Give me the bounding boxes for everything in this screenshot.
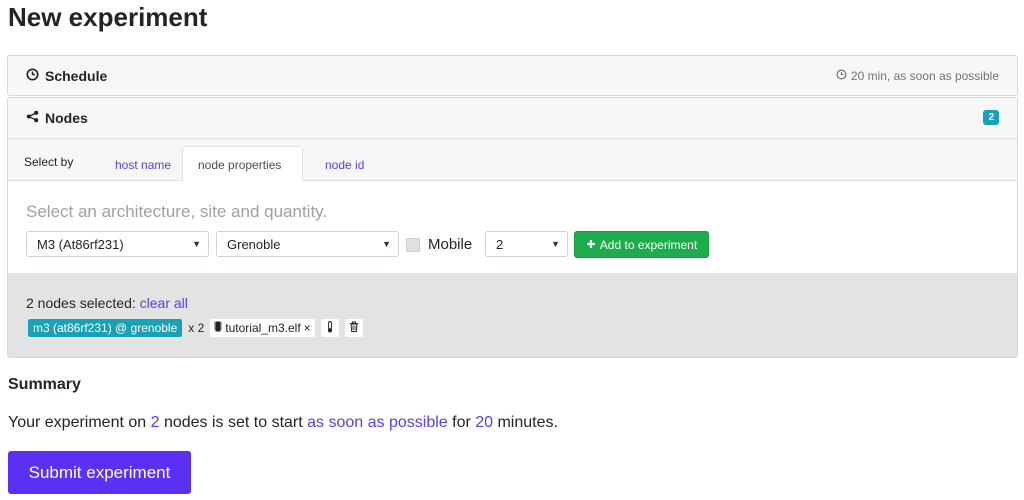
delete-button[interactable]: [344, 319, 363, 337]
node-properties-form: Select an architecture, site and quantit…: [8, 181, 1017, 273]
plus-icon: [586, 238, 596, 252]
firmware-remove-button[interactable]: ×: [304, 321, 311, 335]
share-icon: [26, 110, 39, 126]
firmware-name: tutorial_m3.elf: [225, 321, 301, 335]
trash-icon: [349, 321, 359, 335]
selected-nodes-area: 2 nodes selected: clear all m3 (at86rf23…: [8, 273, 1017, 357]
select-by-label: Select by: [24, 155, 74, 169]
clear-all-link[interactable]: clear all: [140, 295, 188, 311]
selection-count-text: 2 nodes selected:: [26, 295, 140, 311]
summary-part-4: minutes.: [493, 414, 558, 431]
small-clock-icon: [836, 68, 847, 83]
nodes-panel: Nodes 2 Select by host name node propert…: [7, 97, 1018, 358]
summary-heading: Summary: [8, 376, 81, 393]
selection-chips: m3 (at86rf231) @ grenoble x 2 tutorial_m…: [28, 319, 363, 337]
summary-part-2: nodes is set to start: [159, 414, 308, 431]
summary-part-1: Your experiment on: [8, 414, 151, 431]
add-button-label: Add to experiment: [599, 237, 698, 252]
mobile-label[interactable]: Mobile: [428, 236, 472, 253]
nodes-title: Nodes: [45, 109, 88, 126]
form-hint: Select an architecture, site and quantit…: [26, 202, 328, 221]
clock-icon: [26, 67, 39, 84]
tab-host-name[interactable]: host name: [99, 146, 187, 182]
nodes-count-badge: 2: [983, 110, 999, 125]
mobile-checkbox[interactable]: [406, 238, 420, 252]
site-select[interactable]: Grenoble ▼: [216, 231, 399, 257]
summary-node-count: 2: [150, 414, 160, 431]
chevron-down-icon: ▼: [382, 239, 391, 249]
page-title: New experiment: [8, 2, 208, 32]
quantity-select[interactable]: 2 ▼: [485, 231, 568, 257]
summary-part-3: for: [447, 414, 476, 431]
node-multiplier: x 2: [188, 321, 205, 335]
schedule-title: Schedule: [45, 67, 108, 84]
chip-icon: [214, 321, 223, 335]
select-by-tabs: Select by host name node properties node…: [8, 138, 1017, 183]
submit-experiment-button[interactable]: Submit experiment: [8, 451, 191, 494]
schedule-header[interactable]: Schedule 20 min, as soon as possible: [8, 56, 1017, 95]
summary-duration: 20: [475, 414, 494, 431]
summary-start: as soon as possible: [307, 414, 448, 431]
nodes-header[interactable]: Nodes 2: [8, 98, 1017, 137]
tab-node-properties[interactable]: node properties: [182, 146, 303, 183]
node-group-chip[interactable]: m3 (at86rf231) @ grenoble: [28, 319, 183, 337]
architecture-select[interactable]: M3 (At86rf231) ▼: [26, 231, 209, 257]
site-value: Grenoble: [227, 236, 281, 252]
selection-summary: 2 nodes selected: clear all: [26, 295, 188, 311]
thermometer-button[interactable]: [320, 319, 339, 337]
summary-text: Your experiment on 2 nodes is set to sta…: [8, 414, 558, 432]
chevron-down-icon: ▼: [192, 239, 201, 249]
tab-node-id[interactable]: node id: [309, 146, 380, 182]
architecture-value: M3 (At86rf231): [37, 236, 124, 252]
firmware-chip[interactable]: tutorial_m3.elf ×: [210, 319, 315, 337]
chevron-down-icon: ▼: [551, 239, 560, 249]
quantity-value: 2: [496, 236, 504, 252]
schedule-info: 20 min, as soon as possible: [850, 68, 999, 83]
thermometer-icon: [326, 320, 334, 336]
add-to-experiment-button[interactable]: Add to experiment: [574, 231, 709, 258]
schedule-panel[interactable]: Schedule 20 min, as soon as possible: [7, 55, 1018, 96]
